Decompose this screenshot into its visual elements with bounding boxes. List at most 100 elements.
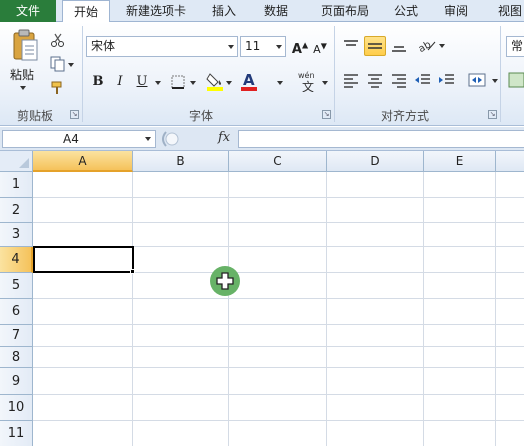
format-painter-button[interactable] [50,80,66,96]
paste-label[interactable]: 粘贴 [10,66,34,83]
column-header-b[interactable]: B [133,151,229,172]
gridline [33,324,524,325]
tab-data[interactable]: 数据 [254,0,298,22]
align-left-button[interactable] [342,72,360,88]
orientation-button[interactable]: ab [416,36,438,56]
name-box-value: A4 [63,132,79,146]
underline-dropdown-arrow[interactable] [155,81,161,85]
bold-button[interactable]: B [88,72,108,92]
copy-button[interactable] [50,56,66,72]
gridline [33,197,524,198]
file-tab[interactable]: 文件 [0,0,56,22]
decrease-font-size-button[interactable]: A▼ [310,36,330,56]
row-header-9[interactable]: 9 [0,368,33,395]
column-header-e[interactable]: E [424,151,496,172]
gridline [33,346,524,347]
middle-align-button[interactable] [364,36,386,56]
border-dropdown-arrow[interactable] [190,81,196,85]
increase-indent-button[interactable] [438,72,456,88]
formula-bar-splitter-icon[interactable] [160,130,200,148]
row-header-11[interactable]: 11 [0,421,33,446]
formula-input[interactable] [238,130,524,148]
row-header-7[interactable]: 7 [0,325,33,347]
name-box[interactable]: A4 [2,130,156,148]
border-button[interactable] [170,74,186,90]
tab-page-layout[interactable]: 页面布局 [310,0,380,22]
tab-formulas[interactable]: 公式 [384,0,428,22]
align-center-icon [368,74,382,88]
font-color-dropdown-arrow[interactable] [277,81,283,85]
format-painter-icon [51,81,62,94]
ribbon: 粘贴 剪贴板 ↘ 宋体 11 A▲ A▼ B I U A wén 文 字体 ↘ … [0,22,524,126]
number-format-combo[interactable]: 常 [506,36,524,57]
fill-color-dropdown-arrow[interactable] [226,81,232,85]
paste-button[interactable] [12,28,40,62]
row-header-6[interactable]: 6 [0,299,33,325]
font-color-button[interactable]: A [240,70,258,92]
top-align-button[interactable] [342,38,360,54]
bottom-align-button[interactable] [390,38,408,54]
gridline [495,172,496,446]
clipboard-dialog-launcher[interactable]: ↘ [70,110,79,119]
column-header-a[interactable]: A [33,151,133,172]
phonetic-guide-button[interactable]: wén 文 [296,70,322,94]
group-separator [82,26,83,122]
merge-center-button[interactable] [468,72,490,88]
tab-insert[interactable]: 插入 [202,0,246,22]
column-header-f[interactable] [496,151,524,172]
svg-text:wén: wén [298,70,315,80]
svg-text:A: A [243,71,255,89]
font-color-icon: A [241,71,257,91]
font-name-combo[interactable]: 宋体 [86,36,238,57]
column-header-c[interactable]: C [229,151,327,172]
orientation-dropdown-arrow[interactable] [439,44,445,48]
ribbon-tab-bar: 文件 开始 新建选项卡 插入 数据 页面布局 公式 审阅 视图 [0,0,524,23]
copy-icon [50,56,65,72]
active-cell-a4[interactable] [33,246,134,273]
tab-new-tab[interactable]: 新建选项卡 [114,0,198,22]
decrease-font-size-icon: A▼ [313,41,327,56]
row-header-8[interactable]: 8 [0,347,33,368]
row-header-3[interactable]: 3 [0,223,33,247]
gridline [423,172,424,446]
paste-dropdown-arrow[interactable] [20,86,26,90]
insert-function-button[interactable]: fx [218,130,230,145]
column-header-d[interactable]: D [327,151,424,172]
font-size-combo[interactable]: 11 [240,36,286,57]
align-left-icon [344,74,358,88]
formula-bar: A4 fx [0,127,524,151]
align-center-button[interactable] [366,72,384,88]
row-header-4[interactable]: 4 [0,247,33,273]
font-dialog-launcher[interactable]: ↘ [322,110,331,119]
gridline [33,394,524,395]
tab-home[interactable]: 开始 [62,0,110,23]
align-right-button[interactable] [390,72,408,88]
select-all-button[interactable] [0,151,33,172]
cut-button[interactable] [50,32,66,48]
copy-dropdown-arrow[interactable] [68,63,74,67]
phonetic-guide-dropdown-arrow[interactable] [322,81,328,85]
align-top-icon [344,40,358,46]
row-header-10[interactable]: 10 [0,395,33,421]
merge-center-dropdown-arrow[interactable] [492,79,498,83]
alignment-dialog-launcher[interactable]: ↘ [488,110,497,119]
decrease-indent-button[interactable] [414,72,432,88]
chevron-down-icon [276,45,282,49]
row-header-1[interactable]: 1 [0,172,33,198]
tab-view[interactable]: 视图 [488,0,524,22]
currency-format-button[interactable] [508,70,524,90]
underline-button[interactable]: U [132,72,152,92]
row-header-2[interactable]: 2 [0,198,33,223]
gridline [326,172,327,446]
decrease-indent-icon [415,74,430,84]
increase-font-size-icon: A▲ [291,41,309,58]
italic-button[interactable]: I [110,72,130,92]
align-middle-icon [368,43,382,49]
row-header-5[interactable]: 5 [0,273,33,299]
tab-review[interactable]: 审阅 [434,0,478,22]
clipboard-group-label: 剪贴板 [16,109,53,123]
group-separator [334,26,335,122]
fill-handle[interactable] [130,269,135,274]
increase-font-size-button[interactable]: A▲ [290,36,310,58]
fill-color-button[interactable] [206,70,224,92]
